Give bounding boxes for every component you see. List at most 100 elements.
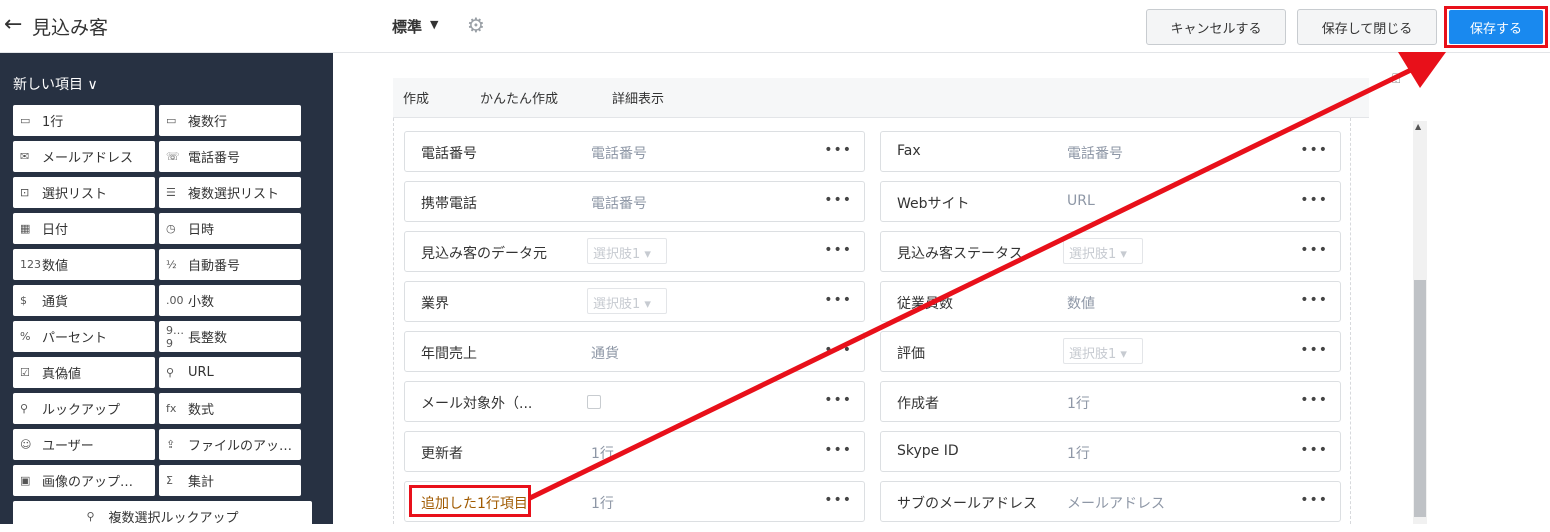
field-type-icon: ▭: [166, 114, 177, 127]
field-type-icon: fx: [166, 402, 177, 415]
palette-item[interactable]: % パーセント: [13, 321, 155, 352]
field-label: Webサイト: [897, 196, 970, 212]
field-placeholder: 1行: [591, 496, 614, 512]
palette-item[interactable]: ▦ 日付: [13, 213, 155, 244]
layout-field[interactable]: Fax 電話番号 •••: [880, 131, 1341, 172]
more-options-icon[interactable]: •••: [824, 192, 852, 208]
field-placeholder: 電話番号: [591, 196, 647, 212]
cancel-button[interactable]: キャンセルする: [1146, 9, 1286, 45]
palette-item[interactable]: ☺ ユーザー: [13, 429, 155, 460]
more-options-icon[interactable]: •••: [1300, 242, 1328, 258]
palette-item[interactable]: ◷ 日時: [159, 213, 301, 244]
palette-item[interactable]: ⚲ 複数選択ルックアップ: [13, 501, 312, 532]
palette-item-label: 複数選択ルックアップ: [108, 511, 239, 526]
field-type-icon: ⚲: [20, 402, 29, 415]
palette-item[interactable]: ▭ 複数行: [159, 105, 301, 136]
palette-item-label: 複数行: [188, 115, 228, 130]
save-button[interactable]: 保存する: [1449, 10, 1543, 44]
layout-field[interactable]: メール対象外（... •••: [404, 381, 865, 422]
field-type-icon: ▭: [20, 114, 31, 127]
layout-field[interactable]: 評価 選択肢1 ▾ •••: [880, 331, 1341, 372]
more-options-icon[interactable]: •••: [824, 392, 852, 408]
palette-item[interactable]: ⇪ ファイルのアッ…: [159, 429, 301, 460]
layout-field[interactable]: Skype ID 1行 •••: [880, 431, 1341, 472]
palette-item[interactable]: ☑ 真偽値: [13, 357, 155, 388]
more-options-icon[interactable]: •••: [824, 242, 852, 258]
palette-item[interactable]: ⚲ URL: [159, 357, 301, 388]
palette-item[interactable]: 9…9 長整数: [159, 321, 301, 352]
palette-item[interactable]: ½ 自動番号: [159, 249, 301, 280]
select-placeholder: 選択肢1 ▾: [587, 238, 667, 264]
tab-create[interactable]: 作成: [403, 88, 429, 107]
layout-field[interactable]: 電話番号 電話番号 •••: [404, 131, 865, 172]
field-placeholder: 電話番号: [591, 146, 647, 162]
palette-item-label: 真偽値: [42, 367, 82, 382]
layout-tabs: 作成 かんたん作成 詳細表示: [393, 78, 1369, 118]
layout-field[interactable]: 年間売上 通貨 •••: [404, 331, 865, 372]
palette-item[interactable]: ⚲ ルックアップ: [13, 393, 155, 424]
field-label: Fax: [897, 143, 921, 159]
layout-field[interactable]: Webサイト URL •••: [880, 181, 1341, 222]
save-and-close-button[interactable]: 保存して閉じる: [1297, 9, 1437, 45]
layout-field[interactable]: 業界 選択肢1 ▾ •••: [404, 281, 865, 322]
gear-icon[interactable]: ⚙: [467, 13, 485, 37]
help-icon[interactable]: ⍰: [1392, 71, 1400, 87]
layout-field[interactable]: サブのメールアドレス メールアドレス •••: [880, 481, 1341, 522]
field-type-icon: .00: [166, 294, 184, 307]
layout-field[interactable]: 従業員数 数値 •••: [880, 281, 1341, 322]
more-options-icon[interactable]: •••: [824, 442, 852, 458]
layout-field[interactable]: 更新者 1行 •••: [404, 431, 865, 472]
palette-item[interactable]: fx 数式: [159, 393, 301, 424]
palette-item[interactable]: .00 小数: [159, 285, 301, 316]
field-type-icon: Σ: [166, 474, 173, 487]
more-options-icon[interactable]: •••: [1300, 192, 1328, 208]
field-type-icon: ½: [166, 258, 177, 271]
palette-item-label: 長整数: [188, 331, 228, 346]
more-options-icon[interactable]: •••: [1300, 342, 1328, 358]
palette-item[interactable]: ☏ 電話番号: [159, 141, 301, 172]
field-placeholder: 通貨: [591, 346, 619, 362]
more-options-icon[interactable]: •••: [824, 292, 852, 308]
palette-item[interactable]: 123 数値: [13, 249, 155, 280]
back-arrow-icon[interactable]: ←: [4, 12, 22, 37]
caret-down-icon[interactable]: ▼: [430, 18, 438, 31]
checkbox-preview: [587, 395, 601, 409]
scroll-up-icon[interactable]: ▲: [1415, 122, 1421, 131]
top-bar: ← 見込み客 標準 ▼ ⚙ キャンセルする 保存して閉じる 保存する: [0, 0, 1550, 53]
more-options-icon[interactable]: •••: [1300, 392, 1328, 408]
field-type-icon: ☺: [20, 438, 32, 451]
layout-field[interactable]: 見込み客のデータ元 選択肢1 ▾ •••: [404, 231, 865, 272]
more-options-icon[interactable]: •••: [824, 142, 852, 158]
field-type-icon: %: [20, 330, 31, 343]
layout-field[interactable]: 携帯電話 電話番号 •••: [404, 181, 865, 222]
more-options-icon[interactable]: •••: [1300, 442, 1328, 458]
more-options-icon[interactable]: •••: [824, 342, 852, 358]
palette-item[interactable]: ⊡ 選択リスト: [13, 177, 155, 208]
palette-item[interactable]: ▭ 1行: [13, 105, 155, 136]
more-options-icon[interactable]: •••: [824, 492, 852, 508]
palette-item-label: 数式: [188, 403, 215, 418]
field-label: Skype ID: [897, 443, 959, 459]
field-placeholder: 1行: [1067, 446, 1090, 462]
more-options-icon[interactable]: •••: [1300, 142, 1328, 158]
scrollbar-thumb[interactable]: [1414, 280, 1426, 517]
palette-item[interactable]: $ 通貨: [13, 285, 155, 316]
palette-item[interactable]: ☰ 複数選択リスト: [159, 177, 301, 208]
tab-quick-create[interactable]: かんたん作成: [480, 88, 558, 107]
field-type-icon: ☑: [20, 366, 30, 379]
palette-item-label: 選択リスト: [42, 187, 108, 202]
palette-item-label: 複数選択リスト: [188, 187, 280, 202]
palette-item[interactable]: Σ 集計: [159, 465, 301, 496]
new-items-heading[interactable]: 新しい項目 ∨: [13, 74, 98, 94]
field-type-icon: 9…9: [166, 323, 184, 350]
layout-field[interactable]: 見込み客ステータス 選択肢1 ▾ •••: [880, 231, 1341, 272]
more-options-icon[interactable]: •••: [1300, 492, 1328, 508]
palette-item[interactable]: ▣ 画像のアップ…: [13, 465, 155, 496]
palette-item[interactable]: ✉ メールアドレス: [13, 141, 155, 172]
field-placeholder: 数値: [1067, 296, 1095, 312]
layout-selector[interactable]: 標準: [392, 16, 422, 37]
more-options-icon[interactable]: •••: [1300, 292, 1328, 308]
tab-detail-view[interactable]: 詳細表示: [612, 88, 664, 107]
layout-field[interactable]: 作成者 1行 •••: [880, 381, 1341, 422]
palette-item-label: メールアドレス: [42, 151, 134, 166]
